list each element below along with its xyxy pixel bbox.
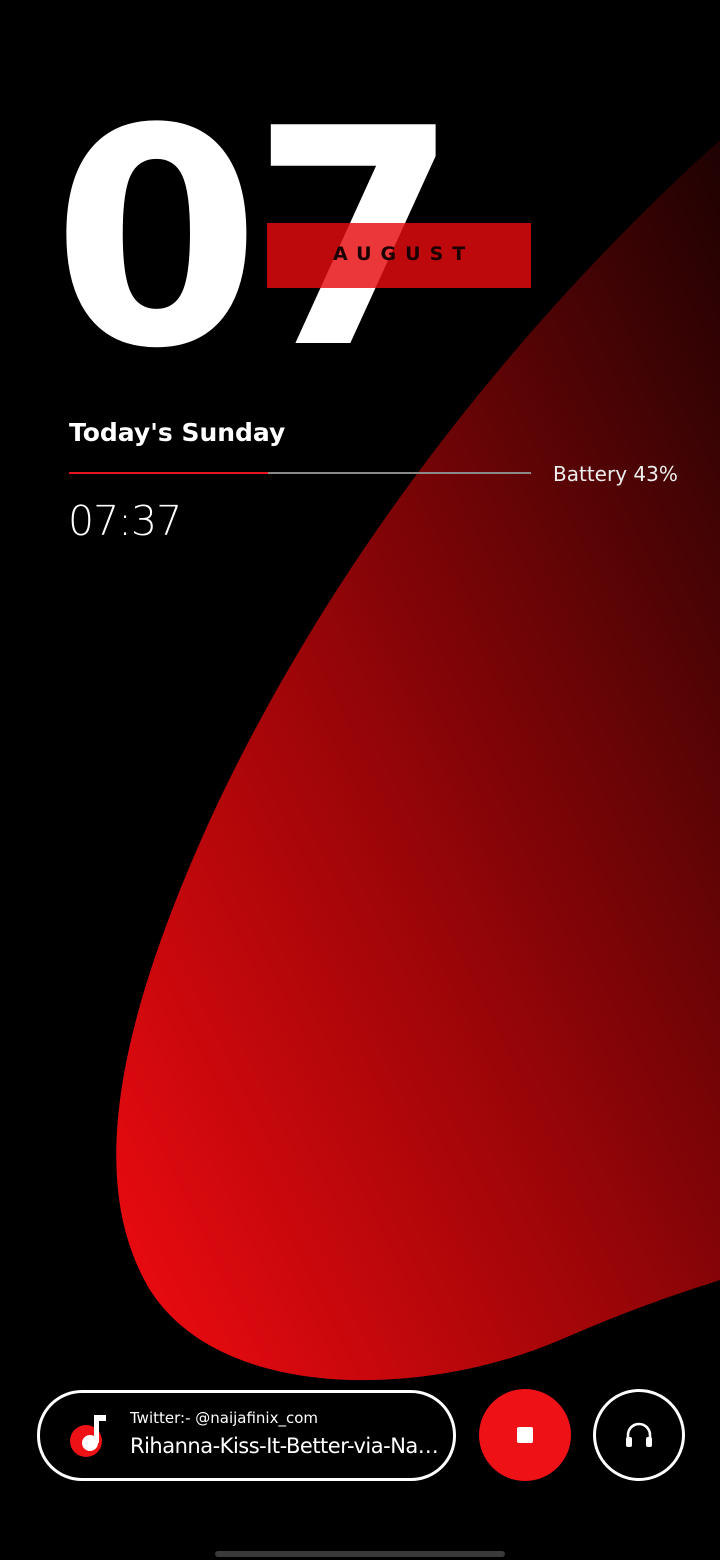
day-label: Today's Sunday [69, 418, 286, 447]
clock-time: 07:37 [68, 497, 182, 545]
stop-button[interactable] [479, 1389, 571, 1481]
music-subtitle: Twitter:- @naijafinix_com [130, 1409, 319, 1427]
month-label: AUGUST [333, 243, 475, 265]
headphones-button[interactable] [593, 1389, 685, 1481]
battery-bar [69, 472, 531, 474]
music-player-widget[interactable]: Twitter:- @naijafinix_com Rihanna-Kiss-I… [37, 1390, 456, 1481]
music-note-icon [70, 1415, 106, 1457]
headphones-icon [626, 1422, 652, 1447]
battery-label: Battery 43% [553, 462, 678, 486]
battery-bar-fill [69, 472, 268, 474]
home-indicator[interactable] [215, 1551, 505, 1557]
music-title: Rihanna-Kiss-It-Better-via-Naij... [130, 1434, 440, 1458]
stop-icon [517, 1427, 533, 1443]
